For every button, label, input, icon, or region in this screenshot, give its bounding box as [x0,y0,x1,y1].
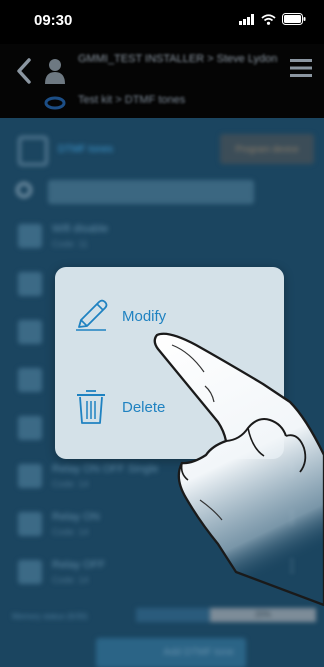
list-item-name: Relay OFF [52,559,106,571]
battery-icon [282,13,306,25]
app-header: GMMI_TEST INSTALLER > Steve Lydon Test k… [0,44,324,118]
memory-bar-fill: 20% [210,608,316,622]
list-item: Relay ON Code: 14 ⋮ [0,502,324,548]
add-dtmf-tone-button: Add DTMF tone [96,638,246,667]
memory-status-label: Memory status (6/30) [12,612,88,621]
modify-label: Modify [122,308,167,325]
user-icon [45,59,65,84]
tone-icon [18,368,42,392]
list-item: Wifi disable Code: 11 [0,214,324,260]
header-subtitle: Test kit > DTMF tones [78,94,186,106]
tone-icon [18,416,42,440]
list-item-name: Wifi disable [52,223,109,235]
search-icon [16,182,32,198]
more-options-icon: ⋮ [284,414,300,431]
test-kit-icon [44,96,66,110]
wifi-icon [261,13,276,25]
signal-icon [239,13,254,25]
list-item: Relay OFF Code: 14 ⋮ [0,550,324,596]
calendar-icon [18,136,48,166]
back-chevron-icon[interactable] [16,58,32,84]
list-item-code: Code: 11 [52,239,88,249]
tab-dtmf-tones: DTMF tones [58,144,114,155]
list-item-name: Relay ON [52,511,100,523]
delete-option[interactable]: Delete [55,383,284,433]
list-item-code: Code: 14 [52,479,89,489]
tone-icon [18,272,42,296]
program-device-button: Program device [220,134,314,164]
system-icons [239,13,306,25]
clock: 09:30 [34,12,73,29]
modify-option[interactable]: Modify [55,292,284,342]
context-menu-popup: Modify Delete [55,267,284,459]
hamburger-menu-icon[interactable] [290,58,312,78]
more-options-icon: ⋮ [284,558,300,575]
search-input [48,180,254,204]
list-item-code: Code: 14 [52,527,89,537]
list-item-name: Relay ON OFF Single [52,463,159,475]
status-bar: 09:30 [0,0,324,44]
header-title: GMMI_TEST INSTALLER > Steve Lydon [78,53,278,65]
trash-icon [77,390,105,424]
more-options-icon: ⋮ [284,462,300,479]
tone-icon [18,320,42,344]
tone-icon [18,512,42,536]
tone-icon [18,560,42,584]
tone-icon [18,464,42,488]
tone-icon [18,224,42,248]
more-options-icon: ⋮ [284,510,300,527]
delete-label: Delete [122,399,166,416]
pencil-icon [76,299,108,331]
list-item-code: Code: 14 [52,575,89,585]
list-item: Relay ON OFF Single Code: 14 ⋮ [0,454,324,500]
